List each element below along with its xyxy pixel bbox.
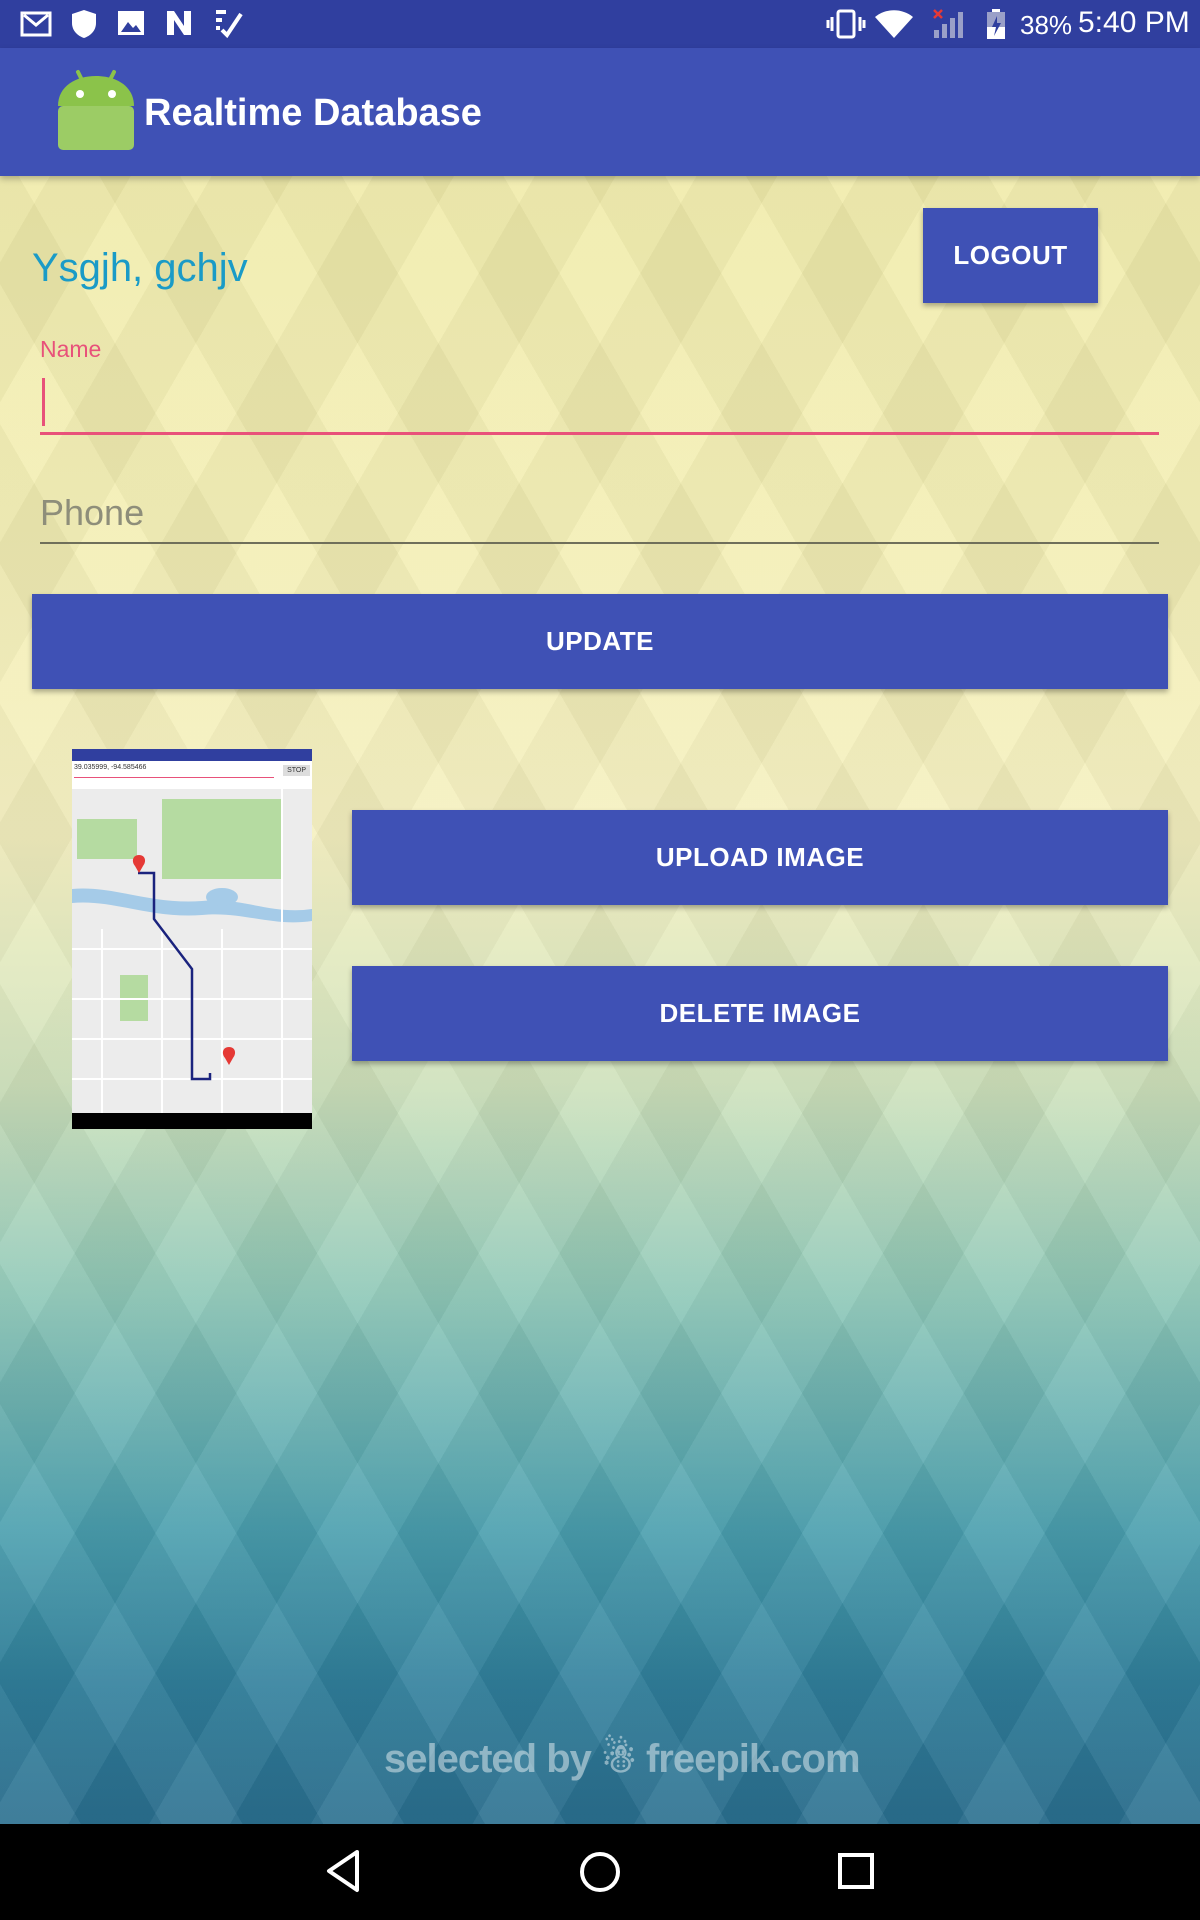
n-icon [167,11,191,35]
shield-icon [72,10,96,38]
thumb-header: 39.035999, -94.585466 STOP [72,761,312,789]
app-bar: Realtime Database [0,48,1200,176]
recents-icon[interactable] [836,1851,876,1891]
freepik-watermark: selected by ☃ freepik.com [384,1737,861,1781]
back-icon[interactable] [323,1848,363,1894]
signal-icon [933,9,963,38]
update-button-label: UPDATE [546,626,654,656]
upload-image-button[interactable]: UPLOAD IMAGE [352,810,1168,905]
thumb-underline [74,777,274,778]
status-time: 5:40 PM [1078,6,1190,39]
gmail-icon [20,11,52,37]
logout-button-label: LOGOUT [953,240,1068,270]
battery-percent: 38% [1020,10,1073,40]
update-button[interactable]: UPDATE [32,594,1168,689]
thumb-coords: 39.035999, -94.585466 [74,764,147,771]
home-icon[interactable] [578,1850,622,1894]
image-thumbnail: 39.035999, -94.585466 STOP [72,749,312,1129]
delete-image-button-label: DELETE IMAGE [659,998,861,1028]
map-image [72,789,312,1113]
app-title: Realtime Database [144,92,482,134]
upload-image-button-label: UPLOAD IMAGE [655,842,865,872]
thumb-nav-bar [72,1113,312,1129]
text-cursor [42,378,45,426]
name-field[interactable] [40,372,1159,435]
logout-button[interactable]: LOGOUT [923,208,1098,303]
thumb-stop-button: STOP [283,765,310,776]
thumb-status-bar [72,749,312,761]
user-name-label: Ysgjh, gchjv [32,246,248,290]
phone-field-placeholder: Phone [40,492,145,533]
status-bar: 38% 5:40 PM [0,0,1200,48]
navigation-bar [0,1824,1200,1920]
delete-image-button[interactable]: DELETE IMAGE [352,966,1168,1061]
wifi-icon [875,10,913,38]
phone-field[interactable]: Phone [40,488,1159,544]
task-icon [216,10,243,38]
battery-icon [987,9,1005,39]
vibrate-icon [826,9,866,39]
image-icon [118,11,144,35]
android-icon [58,70,134,150]
name-field-label: Name [40,336,102,362]
